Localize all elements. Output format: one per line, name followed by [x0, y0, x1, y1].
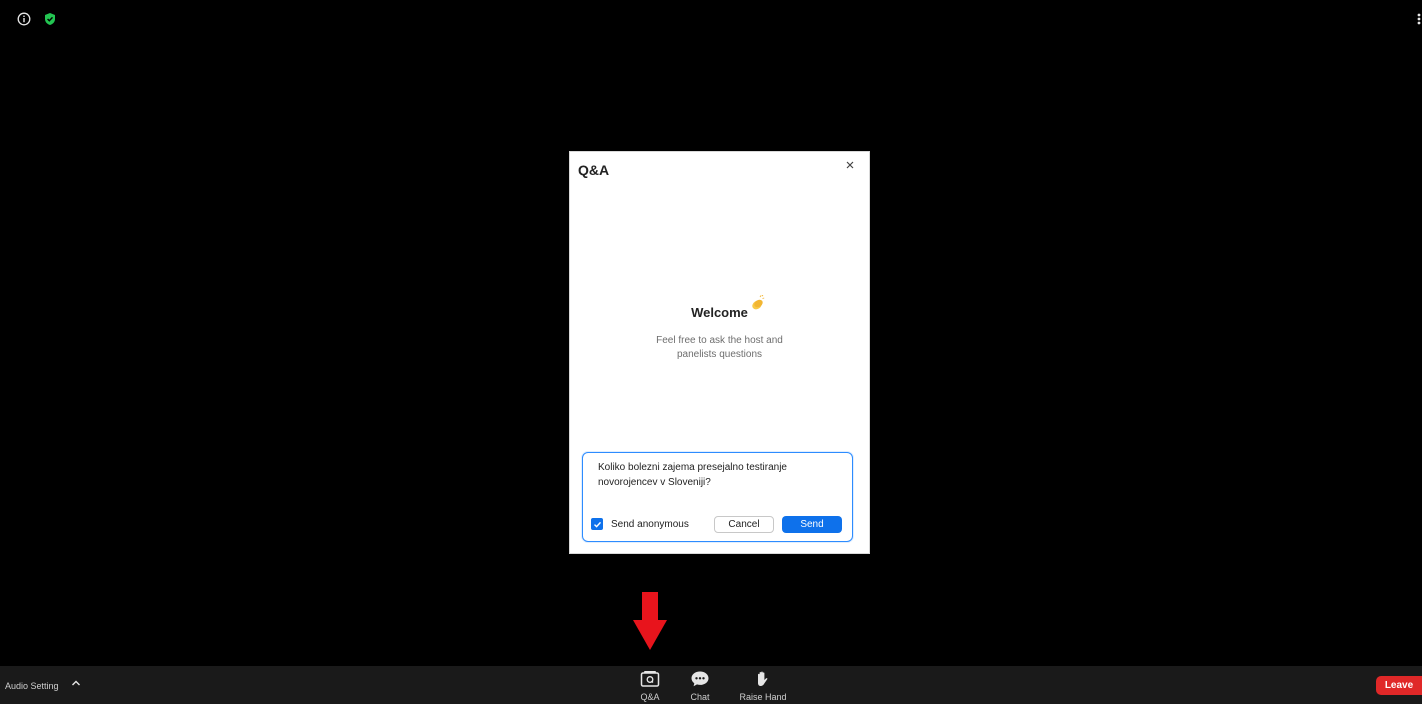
chat-label: Chat	[690, 692, 710, 702]
meeting-toolbar: Audio Setting Q&A Chat Raise Hand Leave	[0, 666, 1422, 704]
welcome-title-text: Welcome	[691, 305, 748, 320]
welcome-section: Welcome Feel free to ask the host and pa…	[570, 295, 869, 362]
leave-button[interactable]: Leave	[1376, 676, 1422, 695]
question-input[interactable]: Koliko bolezni zajema presejalno testira…	[598, 460, 828, 490]
close-icon[interactable]	[844, 159, 856, 171]
audio-setting-button[interactable]: Audio Setting	[5, 681, 59, 691]
shield-check-icon[interactable]	[43, 12, 57, 26]
chat-bubble-icon	[691, 671, 709, 687]
welcome-heading: Welcome	[691, 295, 765, 320]
meeting-window: Q&A Welcome Feel free to ask the host an…	[0, 0, 1422, 704]
clapping-hands-icon	[752, 295, 765, 310]
info-icon[interactable]	[17, 12, 31, 26]
qa-icon	[640, 671, 660, 687]
chat-button[interactable]: Chat	[686, 670, 714, 702]
top-status-icons	[17, 12, 57, 26]
qa-button[interactable]: Q&A	[636, 670, 664, 702]
chevron-up-icon[interactable]	[71, 679, 81, 687]
qa-dialog: Q&A Welcome Feel free to ask the host an…	[569, 151, 870, 554]
send-anonymous-label: Send anonymous	[611, 518, 689, 530]
more-vertical-icon[interactable]	[1416, 12, 1422, 26]
raise-hand-label: Raise Hand	[739, 692, 787, 702]
red-down-arrow	[633, 592, 667, 650]
question-compose-box[interactable]: Koliko bolezni zajema presejalno testira…	[582, 452, 853, 542]
compose-actions: Send anonymous Cancel Send	[591, 515, 842, 533]
qa-label: Q&A	[640, 692, 660, 702]
check-icon	[593, 521, 601, 528]
welcome-subtitle: Feel free to ask the host and panelists …	[656, 335, 783, 360]
raise-hand-icon	[758, 671, 768, 686]
cancel-button[interactable]: Cancel	[714, 515, 774, 533]
raise-hand-button[interactable]: Raise Hand	[735, 670, 791, 702]
send-anonymous-checkbox[interactable]	[591, 518, 603, 530]
dialog-title: Q&A	[578, 162, 610, 178]
send-button[interactable]: Send	[782, 515, 842, 533]
